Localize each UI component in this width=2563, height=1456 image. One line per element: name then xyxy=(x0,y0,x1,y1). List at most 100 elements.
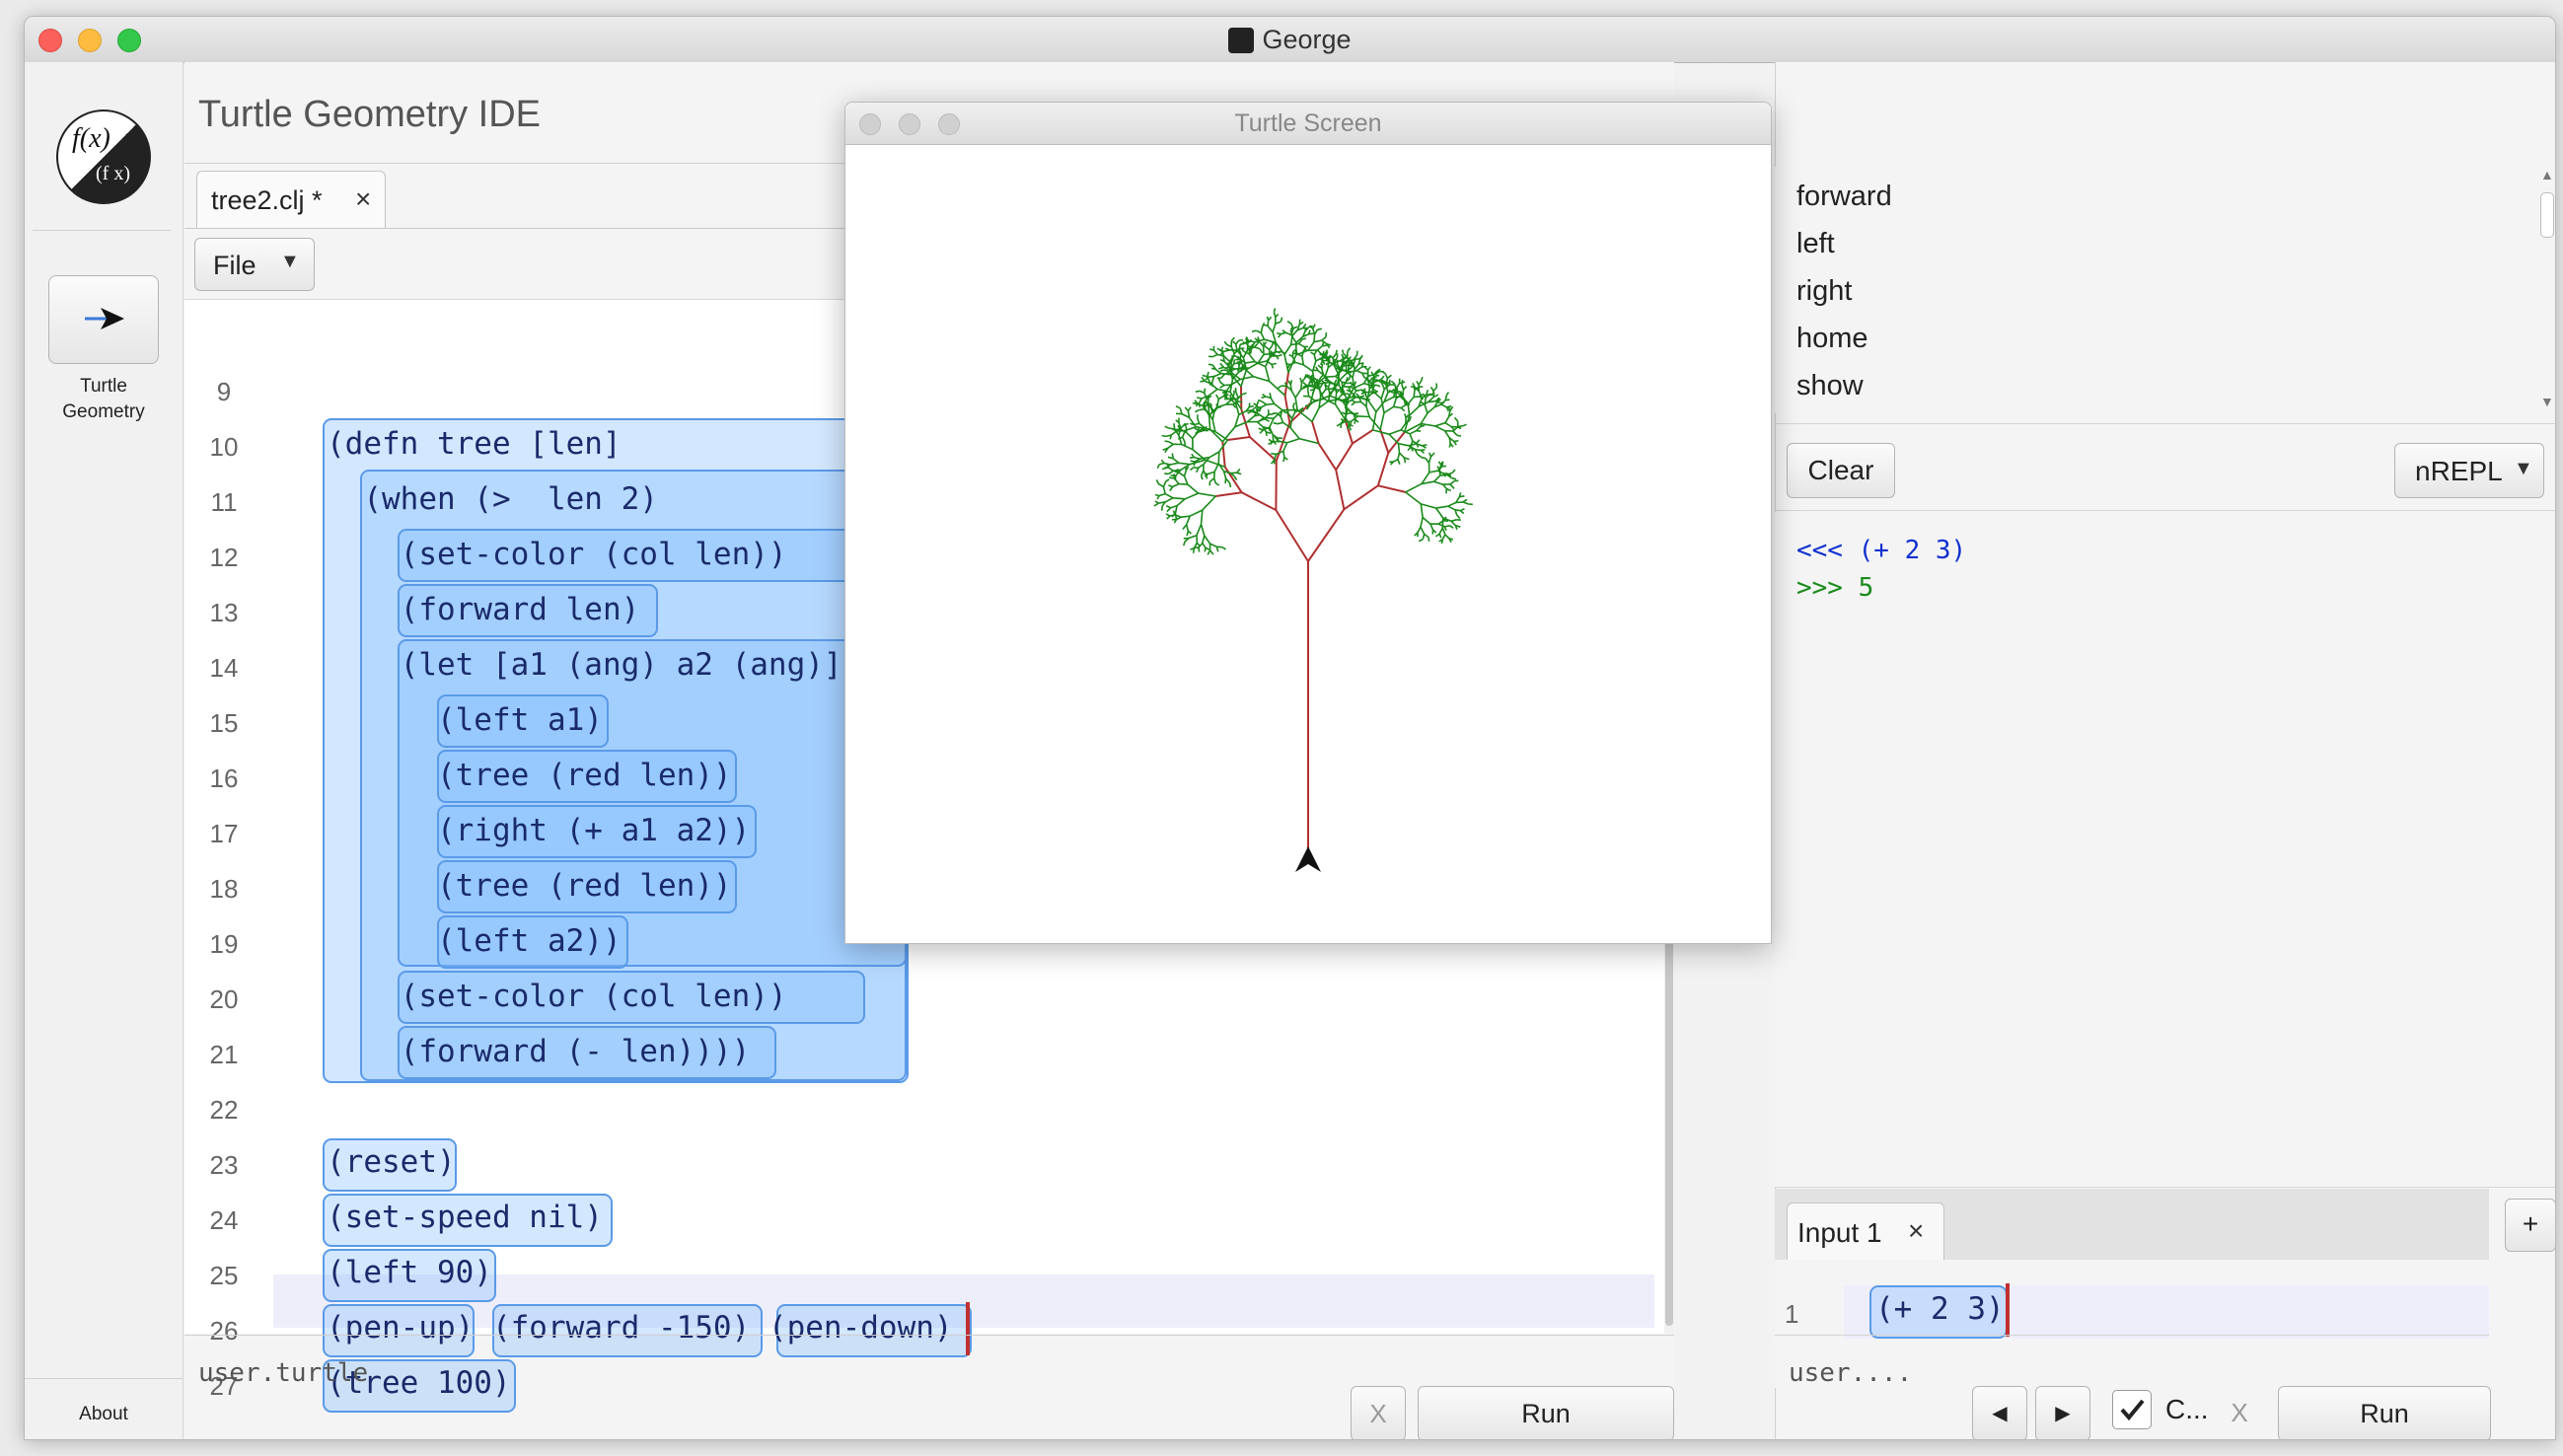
tree-segment xyxy=(1435,505,1448,509)
tree-segment xyxy=(1348,407,1352,414)
editor-clear-button[interactable]: X xyxy=(1351,1386,1406,1439)
file-menu[interactable]: File ▼ xyxy=(194,238,315,291)
turtle-screen-window[interactable]: Turtle Screen xyxy=(844,102,1772,944)
tree-segment xyxy=(1443,526,1447,532)
repl-clear-button[interactable]: Clear xyxy=(1787,443,1895,498)
tree-segment xyxy=(1154,500,1159,504)
scroll-down-icon[interactable]: ▼ xyxy=(2540,394,2554,409)
tree-segment xyxy=(1311,407,1320,422)
clear-checkbox[interactable] xyxy=(2112,1390,2152,1429)
tree-segment xyxy=(1452,430,1458,436)
tree-segment xyxy=(1335,470,1346,510)
code-line: (forward (- len)))) xyxy=(327,1034,751,1069)
tree-segment xyxy=(1188,534,1198,540)
list-item[interactable]: right xyxy=(1796,275,1852,308)
tree-segment xyxy=(1156,464,1160,470)
tree-branches xyxy=(1215,372,1406,862)
tree-segment xyxy=(1377,484,1406,493)
tree-segment xyxy=(1407,403,1411,416)
code-line: (right (+ a1 a2)) xyxy=(327,813,751,848)
tree-segment xyxy=(1435,383,1438,388)
editor-run-button[interactable]: Run xyxy=(1418,1386,1674,1439)
line-number: 20 xyxy=(209,984,239,1014)
line-number: 21 xyxy=(209,1040,239,1069)
tree-segment xyxy=(1318,383,1324,390)
code-line: (tree (red len)) xyxy=(327,868,732,904)
list-item[interactable]: home xyxy=(1796,323,1868,355)
tree-segment xyxy=(1445,392,1450,397)
app-window: George f(x) (f x) Turtle Geometry About T… xyxy=(24,16,2556,1440)
tree-segment xyxy=(1164,492,1174,499)
scrollbar-thumb[interactable] xyxy=(2540,192,2554,238)
tree-segment xyxy=(1316,345,1323,351)
tree-segment xyxy=(1200,474,1204,480)
history-prev-button[interactable]: ◀ xyxy=(1972,1386,2027,1439)
tree-segment xyxy=(1164,440,1169,443)
repl-clear-x-button[interactable]: X xyxy=(2215,1386,2264,1439)
tree-segment xyxy=(1335,443,1354,471)
history-next-button[interactable]: ▶ xyxy=(2035,1386,2090,1439)
tree-segment xyxy=(1366,366,1371,371)
tree-segment xyxy=(1272,331,1277,343)
tree-segment xyxy=(1260,327,1264,333)
tree-segment xyxy=(1344,420,1352,423)
tree-segment xyxy=(1247,410,1253,414)
tree-segment xyxy=(1300,377,1306,384)
tree-segment xyxy=(1222,356,1225,362)
add-input-button[interactable]: + xyxy=(2505,1199,2555,1252)
tree-segment xyxy=(1255,405,1262,408)
tree-segment xyxy=(1290,342,1299,346)
list-item[interactable]: show xyxy=(1796,370,1864,402)
tree-segment xyxy=(1321,335,1327,341)
tree-segment xyxy=(1422,534,1426,540)
close-tab-icon[interactable]: × xyxy=(1908,1215,1924,1247)
tree-segment xyxy=(1233,475,1238,481)
tree-segment xyxy=(1268,345,1274,350)
list-item[interactable]: left xyxy=(1796,228,1835,260)
tree-segment xyxy=(1437,523,1445,528)
tree-segment xyxy=(1304,404,1310,407)
tree-segment xyxy=(1208,471,1215,475)
tree-segment xyxy=(1322,344,1328,347)
line-number: 11 xyxy=(210,487,238,517)
tree-segment xyxy=(1264,345,1271,351)
line-number: 19 xyxy=(209,929,239,959)
tree-segment xyxy=(1286,437,1300,444)
tree-segment xyxy=(1434,421,1446,427)
tree-segment xyxy=(1319,381,1329,385)
tree-segment xyxy=(1445,488,1448,494)
tree-segment xyxy=(1307,508,1346,562)
command-list[interactable]: forward left right home show xyxy=(1775,167,2540,413)
scroll-up-icon[interactable]: ▲ xyxy=(2540,167,2554,182)
tree-segment xyxy=(1286,321,1292,325)
tree-segment xyxy=(1374,373,1380,377)
close-tab-icon[interactable]: × xyxy=(355,183,371,215)
line-number: 14 xyxy=(209,653,239,683)
tree-segment xyxy=(1161,467,1167,471)
tree-segment xyxy=(1186,530,1190,537)
tab-tree2[interactable]: tree2.clj * × xyxy=(196,171,386,229)
line-number: 9 xyxy=(216,377,232,406)
tree-segment xyxy=(1216,405,1222,409)
tree-segment xyxy=(1409,415,1412,421)
tree-segment xyxy=(1284,331,1292,336)
list-item[interactable]: forward xyxy=(1796,181,1892,213)
tree-segment xyxy=(1438,470,1441,476)
tree-segment xyxy=(1462,501,1469,505)
turtle-geometry-button[interactable] xyxy=(48,275,159,364)
tree-segment xyxy=(1292,401,1296,407)
tree-segment xyxy=(1351,399,1356,403)
tree-segment xyxy=(1245,408,1253,412)
tree-segment xyxy=(1398,452,1405,459)
tab-input-1[interactable]: Input 1 × xyxy=(1787,1202,1944,1261)
tree-segment xyxy=(1231,354,1236,358)
about-link[interactable]: About xyxy=(25,1404,183,1425)
command-list-scrollbar[interactable]: ▲ ▼ xyxy=(2540,167,2554,413)
repl-run-button[interactable]: Run xyxy=(2278,1386,2491,1439)
tree-segment xyxy=(1337,373,1341,386)
repl-mode-select[interactable]: nREPL ▼ xyxy=(2394,443,2544,498)
tree-segment xyxy=(1410,440,1414,448)
tree-segment xyxy=(1307,341,1315,351)
turtle-title-bar[interactable]: Turtle Screen xyxy=(845,103,1771,145)
tree-segment xyxy=(1390,380,1396,385)
